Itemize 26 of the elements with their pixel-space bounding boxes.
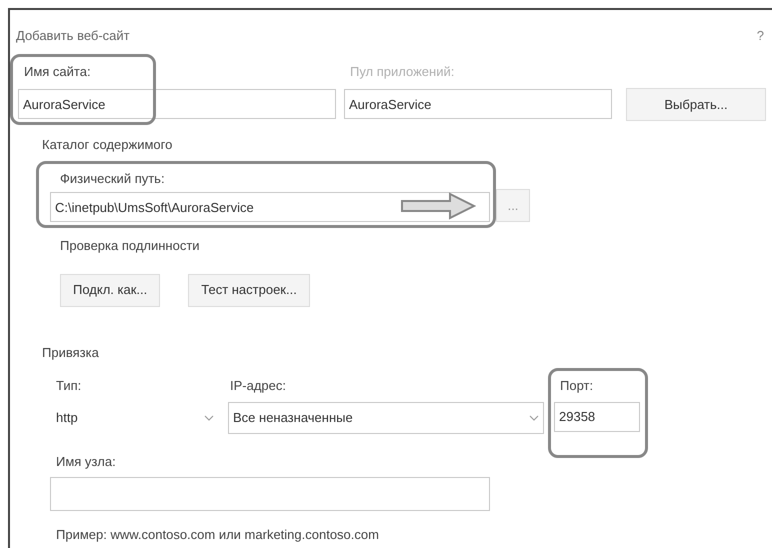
field-label: Порт: — [559, 377, 594, 395]
field-label: Тип: — [55, 377, 82, 395]
help-button[interactable]: ? — [756, 26, 764, 46]
host-name-field[interactable] — [50, 477, 490, 511]
port-field[interactable]: 29358 — [554, 402, 640, 432]
section-title: Проверка подлинности — [59, 237, 200, 255]
field-label: IP-адрес: — [229, 377, 286, 395]
field-label: Физический путь: — [59, 170, 165, 188]
section-title: Каталог содержимого — [42, 136, 172, 154]
dropdown-field[interactable]: Все неназначенные — [228, 402, 544, 434]
chevron-down-icon — [529, 414, 539, 420]
site-name-field[interactable]: AuroraService — [18, 89, 336, 119]
dialog-button[interactable]: Тест настроек... — [188, 274, 310, 306]
dialog-button[interactable]: Подкл. как... — [60, 274, 160, 306]
section-title: Привязка — [42, 344, 99, 362]
dropdown-field[interactable]: http — [50, 402, 218, 434]
arrow-icon — [400, 192, 476, 220]
physical-path-field[interactable]: C:\inetpub\UmsSoft\AuroraService — [50, 192, 490, 222]
field-label: Имя узла: — [55, 452, 116, 471]
field-label: Имя сайта: — [23, 62, 91, 80]
chevron-down-icon — [204, 414, 214, 420]
app-pool-field[interactable]: AuroraService — [344, 89, 612, 119]
dialog-button[interactable]: Выбрать... — [626, 88, 766, 121]
field-label: Пул приложений: — [349, 62, 454, 81]
window-title: Добавить веб-сайт — [16, 27, 130, 45]
hint-text: Пример: www.contoso.com или marketing.contoso.com — [55, 526, 379, 544]
